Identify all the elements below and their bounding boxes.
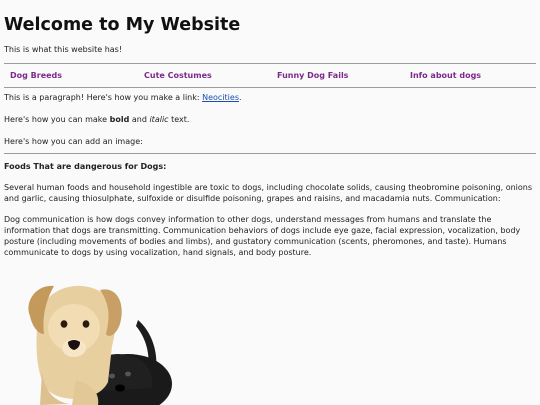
page-title: Welcome to My Website <box>4 15 241 35</box>
communication-paragraph: Dog communication is how dogs convey inf… <box>4 215 521 257</box>
formatting-paragraph: Here's how you can make bold and italic … <box>4 114 536 125</box>
nav-link-info-about-dogs[interactable]: Info about dogs <box>410 71 481 80</box>
bold-word: bold <box>109 115 130 124</box>
formatting-text: Here's how you can make <box>4 115 110 124</box>
puppies-image <box>28 285 172 405</box>
nav-bar: Dog Breeds Cute Costumes Funny Dog Fails… <box>4 64 536 87</box>
nav-link-dog-breeds[interactable]: Dog Breeds <box>10 71 144 80</box>
link-paragraph-end: . <box>239 93 242 102</box>
formatting-text: text. <box>168 115 190 124</box>
foods-paragraph: Several human foods and household ingest… <box>4 183 533 203</box>
nav-link-funny-dog-fails[interactable]: Funny Dog Fails <box>277 71 410 80</box>
neocities-link[interactable]: Neocities <box>202 93 239 102</box>
formatting-text: and <box>129 115 150 124</box>
nav-link-cute-costumes[interactable]: Cute Costumes <box>144 71 277 80</box>
link-paragraph: This is a paragraph! Here's how you make… <box>4 92 536 103</box>
page-content: Welcome to My Website This is what this … <box>0 0 540 258</box>
section-heading: Foods That are dangerous for Dogs: <box>4 162 167 171</box>
italic-word: italic <box>149 115 169 124</box>
divider <box>4 153 536 154</box>
image-intro-text: Here's how you can add an image: <box>4 137 143 146</box>
link-paragraph-text: This is a paragraph! Here's how you make… <box>4 93 203 102</box>
divider <box>4 87 536 88</box>
intro-text: This is what this website has! <box>4 45 123 54</box>
